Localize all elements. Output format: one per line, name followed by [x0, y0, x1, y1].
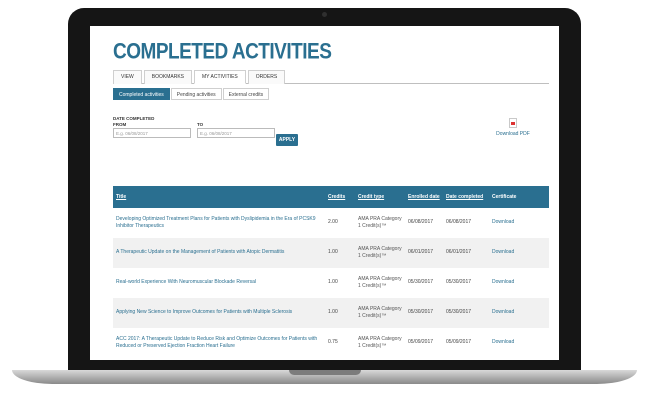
column-header-credit-type[interactable]: Credit type: [355, 186, 405, 208]
credits-cell: 1.00: [328, 279, 338, 286]
certificate-download-link[interactable]: Download: [489, 268, 549, 298]
tab-bookmarks[interactable]: BOOKMARKS: [143, 70, 193, 84]
enrolled-date-cell: 05/30/2017: [408, 279, 434, 286]
subtab-completed-activities[interactable]: Completed activities: [113, 88, 170, 100]
table-row: Real-world Experience With Neuromuscular…: [113, 268, 549, 298]
main-tabs: VIEW BOOKMARKS MY ACTIVITIES ORDERS: [113, 70, 549, 84]
credit-type-cell: AMA PRA Category 1 Credit(s)™: [355, 298, 405, 328]
certificate-download-link[interactable]: Download: [489, 298, 549, 328]
certificate-download-link[interactable]: Download: [489, 208, 549, 238]
completed-date-cell: 06/08/2017: [446, 219, 472, 226]
page-title: COMPLETED ACTIVITIES: [113, 40, 332, 65]
download-pdf-label: Download PDF: [496, 131, 530, 137]
credits-cell: 0.75: [328, 339, 338, 346]
tab-my-activities[interactable]: MY ACTIVITIES: [194, 70, 246, 84]
enrolled-date-cell: 05/09/2017: [408, 339, 434, 346]
apply-button[interactable]: APPLY: [276, 134, 298, 146]
credits-cell: 1.00: [325, 298, 355, 328]
date-filter: DATE COMPLETED FROM TO E.g. 06/08/2017 E…: [113, 116, 549, 152]
table-row: Developing Optimized Treatment Plans for…: [113, 208, 549, 238]
completed-date-cell: 05/09/2017: [446, 339, 472, 346]
completed-activities-table: Title Credits Credit type Enrolled date …: [113, 186, 549, 358]
table-row: ACC 2017: A Therapeutic Update to Reduce…: [113, 328, 549, 358]
to-label: TO: [197, 122, 204, 127]
completed-date-cell: 05/30/2017: [446, 279, 472, 286]
download-pdf-link[interactable]: Download PDF: [483, 118, 543, 137]
table-row: A Therapeutic Update on the Management o…: [113, 238, 549, 268]
column-header-certificate: Certificate: [489, 186, 549, 208]
to-date-input[interactable]: E.g. 06/08/2017: [197, 128, 275, 138]
credits-cell: 1.00: [325, 238, 355, 268]
from-date-input[interactable]: E.g. 06/08/2017: [113, 128, 191, 138]
column-header-title[interactable]: Title: [113, 186, 325, 208]
enrolled-date-cell: 06/01/2017: [405, 238, 443, 268]
completed-date-cell: 06/01/2017: [443, 238, 489, 268]
column-header-credits[interactable]: Credits: [325, 186, 355, 208]
activity-subtabs: Completed activities Pending activities …: [113, 88, 549, 100]
laptop-screen: COMPLETED ACTIVITIES VIEW BOOKMARKS MY A…: [90, 26, 559, 360]
column-header-date-completed[interactable]: Date completed: [443, 186, 489, 208]
certificate-download-link[interactable]: Download: [489, 328, 549, 358]
enrolled-date-cell: 06/08/2017: [408, 219, 434, 226]
activity-title-link[interactable]: ACC 2017: A Therapeutic Update to Reduce…: [113, 328, 325, 358]
table-header-row: Title Credits Credit type Enrolled date …: [113, 186, 549, 208]
activity-title-link[interactable]: A Therapeutic Update on the Management o…: [113, 238, 325, 268]
table-row: Applying New Science to Improve Outcomes…: [113, 298, 549, 328]
activity-title-link[interactable]: Real-world Experience With Neuromuscular…: [113, 268, 325, 298]
certificate-download-link[interactable]: Download: [489, 238, 549, 268]
subtab-external-credits[interactable]: External credits: [222, 88, 270, 100]
pdf-icon: [509, 118, 517, 128]
credit-type-cell: AMA PRA Category 1 Credit(s)™: [358, 215, 402, 229]
page-content: COMPLETED ACTIVITIES VIEW BOOKMARKS MY A…: [113, 40, 549, 349]
date-completed-label: DATE COMPLETED: [113, 116, 155, 121]
activity-title-link[interactable]: Applying New Science to Improve Outcomes…: [113, 298, 325, 328]
activity-title-link[interactable]: Developing Optimized Treatment Plans for…: [113, 208, 325, 238]
tab-orders[interactable]: ORDERS: [247, 70, 286, 84]
enrolled-date-cell: 05/30/2017: [405, 298, 443, 328]
subtab-pending-activities[interactable]: Pending activities: [170, 88, 222, 100]
credit-type-cell: AMA PRA Category 1 Credit(s)™: [355, 238, 405, 268]
from-label: FROM: [113, 122, 127, 127]
camera-icon: [322, 12, 327, 17]
credits-cell: 2.00: [328, 219, 338, 226]
tab-view[interactable]: VIEW: [113, 70, 142, 84]
completed-date-cell: 05/30/2017: [443, 298, 489, 328]
column-header-enrolled-date[interactable]: Enrolled date: [405, 186, 443, 208]
credit-type-cell: AMA PRA Category 1 Credit(s)™: [358, 275, 402, 289]
laptop-notch: [289, 370, 361, 375]
credit-type-cell: AMA PRA Category 1 Credit(s)™: [358, 335, 402, 349]
